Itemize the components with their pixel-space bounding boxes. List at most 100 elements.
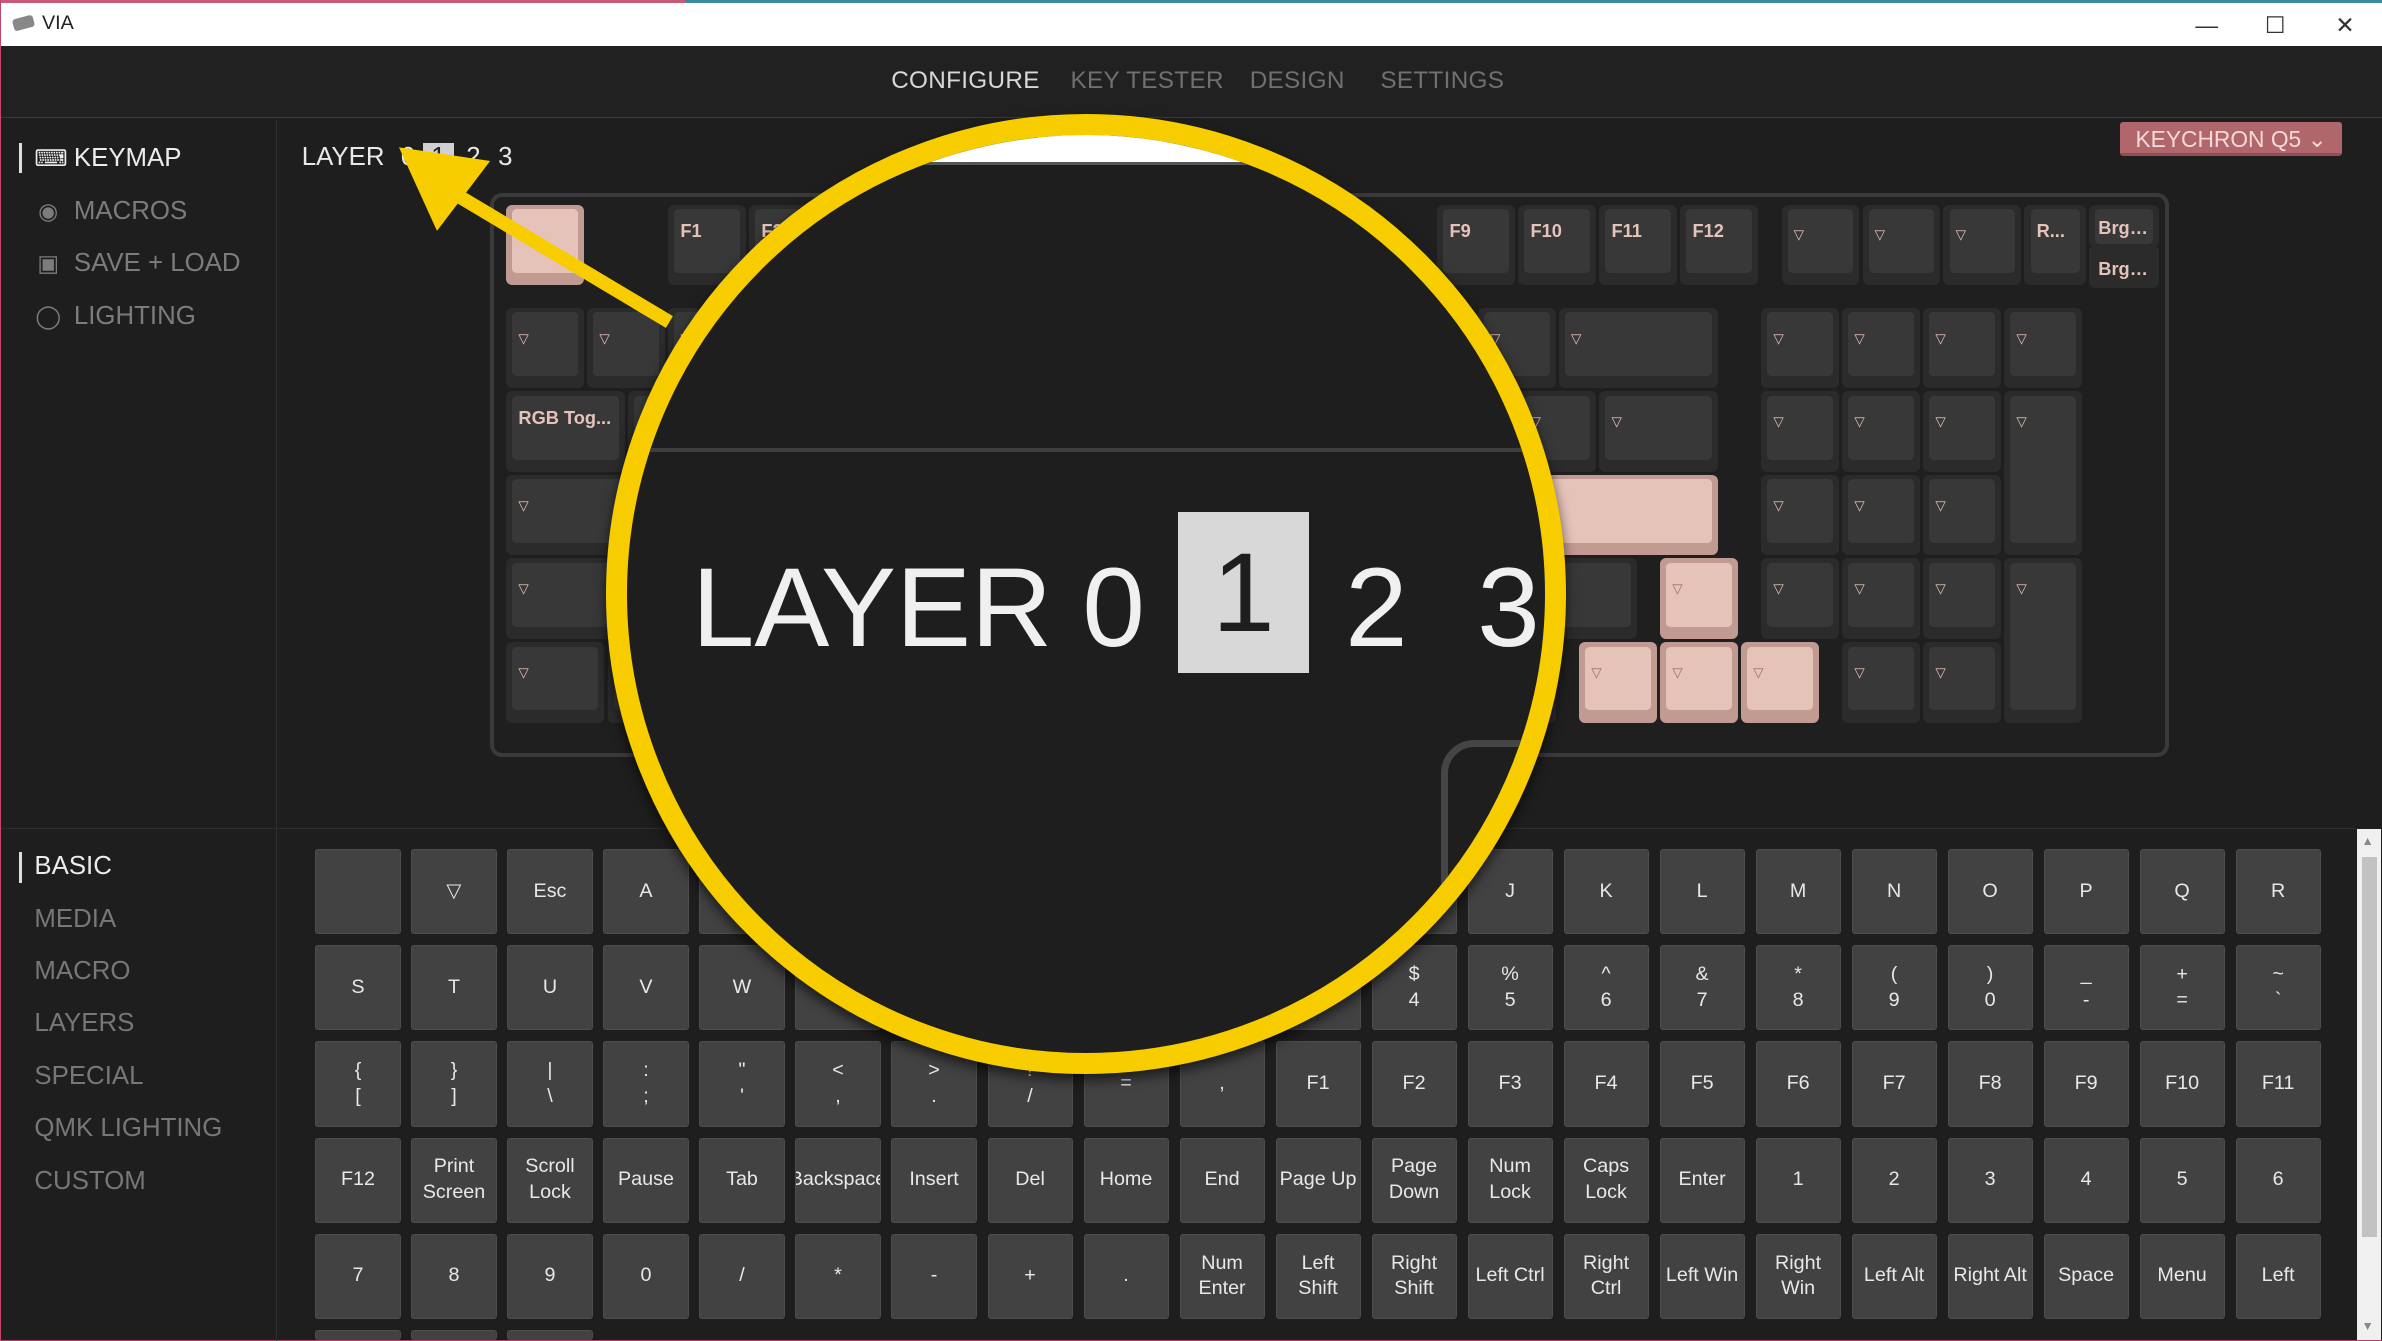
keyboard-key[interactable]: ▽ xyxy=(506,307,585,389)
keycode-button[interactable]: + = xyxy=(2139,945,2225,1031)
scroll-thumb[interactable] xyxy=(2361,856,2377,1237)
category-layers[interactable]: LAYERS xyxy=(34,1009,134,1038)
keycode-button[interactable]: L xyxy=(1659,849,1745,935)
keycode-button[interactable]: Right Win xyxy=(1755,1233,1841,1319)
keycode-button[interactable]: U xyxy=(507,945,593,1031)
keycode-button[interactable]: 4 xyxy=(2043,1137,2129,1223)
layer-3-button[interactable]: 3 xyxy=(490,143,520,172)
keyboard-key[interactable]: ▽ xyxy=(2004,558,2083,723)
keycode-button[interactable]: Left Shift xyxy=(1275,1233,1361,1319)
keyboard-key[interactable] xyxy=(1538,474,1718,556)
keycode-button[interactable]: N xyxy=(1851,849,1937,935)
keycode-button[interactable]: Right Alt xyxy=(1947,1233,2033,1319)
keyboard-key[interactable]: ▽ xyxy=(2004,391,2083,556)
keycode-button[interactable]: F7 xyxy=(1851,1041,1937,1127)
keycode-button[interactable]: ~ ` xyxy=(2235,945,2321,1031)
keycode-button[interactable]: End xyxy=(1179,1137,1265,1223)
keycode-button[interactable]: Left Alt xyxy=(1851,1233,1937,1319)
keycode-button[interactable]: / xyxy=(699,1233,785,1319)
keyboard-key[interactable]: F10 xyxy=(1518,204,1597,286)
close-button[interactable]: ✕ xyxy=(2322,9,2368,42)
keycode-button[interactable]: Right Ctrl xyxy=(1563,1233,1649,1319)
keycode-button[interactable]: . xyxy=(1083,1233,1169,1319)
keycode-button[interactable]: 7 xyxy=(315,1233,401,1319)
keycode-button[interactable]: 0 xyxy=(603,1233,689,1319)
category-special[interactable]: SPECIAL xyxy=(34,1062,143,1091)
keyboard-key[interactable]: ▽ xyxy=(1923,307,2002,389)
keycode-button[interactable]: Pause xyxy=(603,1137,689,1223)
keycode-button[interactable]: R xyxy=(2235,849,2321,935)
keycode-button[interactable]: 6 xyxy=(2235,1137,2321,1223)
keycode-button[interactable]: * 8 xyxy=(1755,945,1841,1031)
layer-0-button[interactable]: 0 xyxy=(393,143,423,172)
tab-design[interactable]: DESIGN xyxy=(1250,67,1345,95)
keycode-button[interactable]: ) 0 xyxy=(1947,945,2033,1031)
keycode-button[interactable]: A xyxy=(603,849,689,935)
keycode-button[interactable] xyxy=(315,1329,401,1340)
keycode-button[interactable]: & 7 xyxy=(1659,945,1745,1031)
keycode-button[interactable]: Del xyxy=(987,1137,1073,1223)
keyboard-key[interactable]: ▽ xyxy=(1862,204,1941,286)
keycode-button[interactable] xyxy=(507,1329,593,1340)
keycode-button[interactable]: Page Down xyxy=(1371,1137,1457,1223)
keyboard-key[interactable]: ▽ xyxy=(1660,558,1738,639)
sidebar-item-save-load[interactable]: ▣ SAVE + LOAD xyxy=(34,249,240,278)
keyboard-key[interactable]: F11 xyxy=(1599,204,1678,286)
keyboard-key[interactable]: ▽ xyxy=(2004,307,2083,389)
keyboard-key[interactable]: ▽ xyxy=(1741,642,1819,723)
keycode-button[interactable]: Caps Lock xyxy=(1563,1137,1649,1223)
keycode-button[interactable]: Space xyxy=(2043,1233,2129,1319)
keyboard-key[interactable]: ▽ xyxy=(587,307,666,389)
keycode-button[interactable]: Backspace xyxy=(795,1137,881,1223)
keyboard-key[interactable]: ▽ xyxy=(1842,558,1921,639)
keycode-button[interactable]: 9 xyxy=(507,1233,593,1319)
keyboard-key[interactable]: R... xyxy=(2024,204,2087,286)
category-custom[interactable]: CUSTOM xyxy=(34,1167,145,1196)
keycode-button[interactable]: M xyxy=(1755,849,1841,935)
keyboard-key[interactable]: RGB Tog... xyxy=(506,391,625,472)
keycode-button[interactable]: { [ xyxy=(315,1041,401,1127)
keycode-button[interactable]: Right Shift xyxy=(1371,1233,1457,1319)
keycode-button[interactable]: 8 xyxy=(411,1233,497,1319)
tab-key-tester[interactable]: KEY TESTER xyxy=(1070,67,1223,95)
keycode-button[interactable]: F5 xyxy=(1659,1041,1745,1127)
keyboard-key[interactable]: ▽ xyxy=(1781,204,1860,286)
keyboard-key[interactable]: ▽ xyxy=(1943,204,2022,286)
keyboard-key[interactable]: ▽ xyxy=(1842,642,1921,723)
keycode-button[interactable] xyxy=(315,849,401,935)
keycode-button[interactable]: Left Win xyxy=(1659,1233,1745,1319)
keycode-button[interactable] xyxy=(411,1329,497,1340)
palette-scrollbar[interactable]: ▲ ▼ xyxy=(2357,829,2382,1340)
keyboard-key[interactable]: ▽ xyxy=(1923,642,2002,723)
keycode-button[interactable]: 2 xyxy=(1851,1137,1937,1223)
category-macro[interactable]: MACRO xyxy=(34,957,130,986)
keycode-button[interactable]: : ; xyxy=(603,1041,689,1127)
keyboard-key[interactable]: ▽ xyxy=(1761,307,1840,389)
keyboard-key[interactable]: ▽ xyxy=(1923,391,2002,472)
scroll-down-icon[interactable]: ▼ xyxy=(2362,1319,2374,1333)
keycode-button[interactable]: _ - xyxy=(2043,945,2129,1031)
keycode-button[interactable]: Esc xyxy=(507,849,593,935)
keyboard-key[interactable]: ▽ xyxy=(1558,307,1718,389)
keycode-button[interactable]: F9 xyxy=(2043,1041,2129,1127)
keyboard-key[interactable]: F9 xyxy=(1437,204,1516,286)
keyboard-key[interactable]: ▽ xyxy=(1842,391,1921,472)
keycode-button[interactable]: Left Ctrl xyxy=(1467,1233,1553,1319)
keycode-button[interactable]: ^ 6 xyxy=(1563,945,1649,1031)
keycode-button[interactable]: T xyxy=(411,945,497,1031)
keycode-button[interactable]: " ' xyxy=(699,1041,785,1127)
keyboard-key[interactable]: ▽ xyxy=(1761,474,1840,556)
keycode-button[interactable]: S xyxy=(315,945,401,1031)
category-media[interactable]: MEDIA xyxy=(34,905,116,934)
keycode-button[interactable]: P xyxy=(2043,849,2129,935)
keycode-button[interactable]: Page Up xyxy=(1275,1137,1361,1223)
tab-configure[interactable]: CONFIGURE xyxy=(891,67,1040,95)
device-selector[interactable]: KEYCHRON Q5 ⌄ xyxy=(2120,121,2342,157)
keycode-button[interactable]: + xyxy=(987,1233,1073,1319)
keyboard-key[interactable]: ▽ xyxy=(1842,307,1921,389)
keycode-button[interactable]: K xyxy=(1563,849,1649,935)
keycode-button[interactable]: Insert xyxy=(891,1137,977,1223)
keycode-button[interactable]: F1 xyxy=(1275,1041,1361,1127)
keycode-button[interactable]: - xyxy=(891,1233,977,1319)
keycode-button[interactable]: Num Enter xyxy=(1179,1233,1265,1319)
